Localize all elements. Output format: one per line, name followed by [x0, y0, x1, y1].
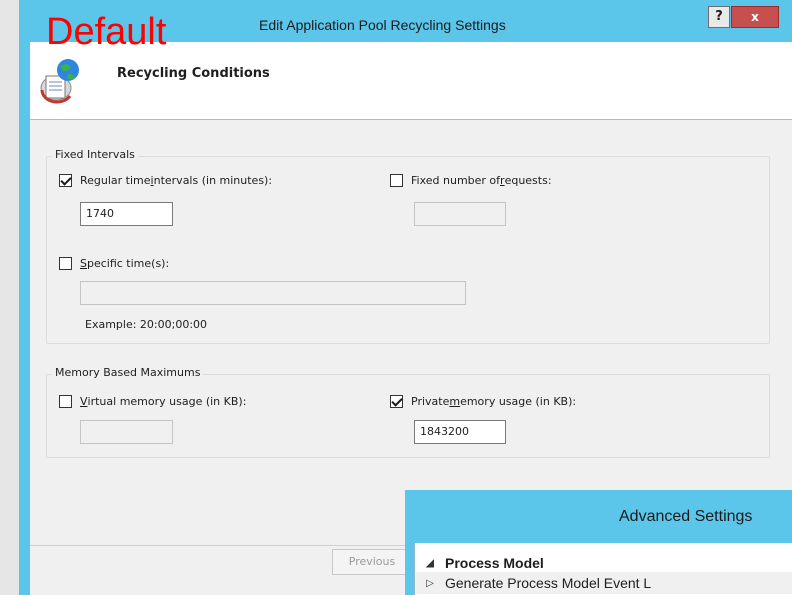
close-button[interactable]: x — [731, 6, 779, 28]
specific-times-check[interactable] — [59, 257, 72, 270]
category-process-model[interactable]: ◢ Process Model — [415, 552, 792, 574]
specific-times-input[interactable] — [80, 281, 466, 305]
dialog-body: Fixed Intervals Regular time i ntervals (… — [30, 120, 792, 545]
regular-intervals-input[interactable]: 1740 — [80, 202, 173, 226]
fixed-intervals-label: Fixed Intervals — [52, 148, 138, 161]
help-button[interactable]: ? — [708, 6, 730, 28]
advanced-settings-title: Advanced Settings — [619, 508, 753, 525]
private-memory-checkbox[interactable]: Private m emory usage (in KB): — [390, 395, 576, 408]
fixed-requests-check[interactable] — [390, 174, 403, 187]
expand-icon[interactable]: ▷ — [415, 578, 445, 589]
private-memory-check[interactable] — [390, 395, 403, 408]
memory-maximums-group — [46, 374, 770, 458]
header-title: Recycling Conditions — [117, 66, 270, 81]
collapse-icon[interactable]: ◢ — [415, 558, 445, 569]
annotation-label: Default — [46, 11, 167, 53]
regular-intervals-check[interactable] — [59, 174, 72, 187]
virtual-memory-check[interactable] — [59, 395, 72, 408]
dialog-title: Edit Application Pool Recycling Settings — [259, 17, 506, 33]
property-row[interactable]: ▷ Generate Process Model Event L — [415, 572, 792, 594]
advanced-settings-window: Advanced Settings ◢ Process Model ▷ Gene… — [405, 490, 792, 595]
memory-maximums-label: Memory Based Maximums — [52, 366, 204, 379]
recycle-app-pool-icon — [40, 59, 79, 104]
regular-intervals-checkbox[interactable]: Regular time i ntervals (in minutes): — [59, 174, 272, 187]
previous-button[interactable]: Previous — [332, 549, 412, 575]
virtual-memory-checkbox[interactable]: Virtual memory usage (in KB): — [59, 395, 246, 408]
virtual-memory-input[interactable] — [80, 420, 173, 444]
fixed-requests-input[interactable] — [414, 202, 506, 226]
private-memory-input[interactable]: 1843200 — [414, 420, 506, 444]
fixed-requests-checkbox[interactable]: Fixed number of r equests: — [390, 174, 552, 187]
advanced-settings-grid: ◢ Process Model ▷ Generate Process Model… — [414, 543, 792, 595]
specific-times-example: Example: 20:00;00:00 — [85, 318, 208, 331]
specific-times-checkbox[interactable]: Specific time(s): — [59, 257, 169, 270]
